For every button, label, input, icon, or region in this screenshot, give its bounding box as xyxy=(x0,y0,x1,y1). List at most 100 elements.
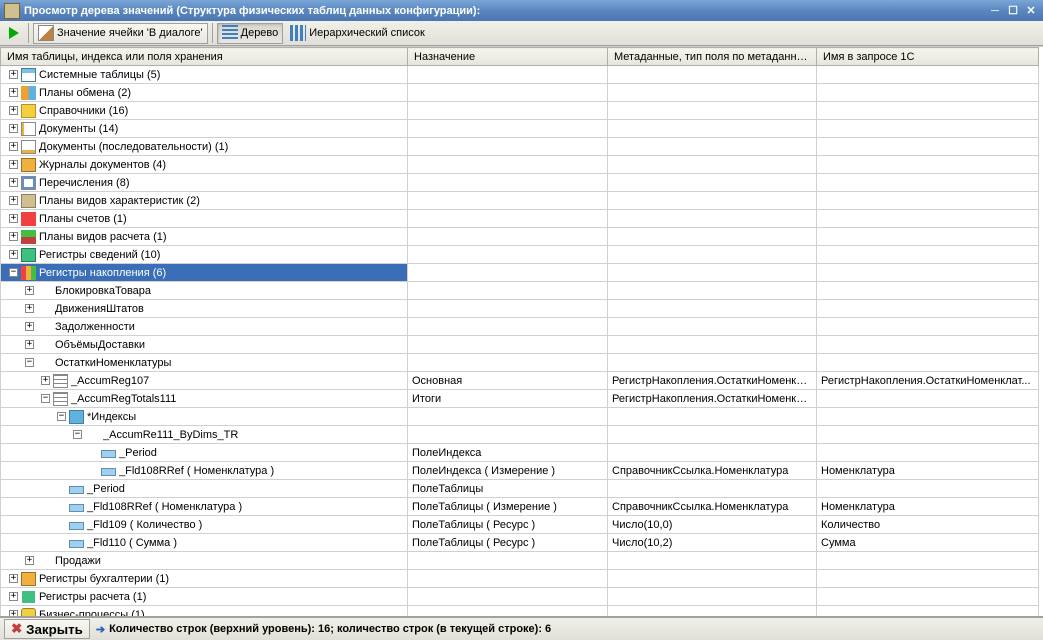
cell-c1 xyxy=(408,588,608,606)
table-row[interactable]: +_AccumReg107ОсновнаяРегистрНакопления.О… xyxy=(1,372,1039,390)
expand-icon[interactable]: + xyxy=(9,592,18,601)
expand-icon[interactable]: + xyxy=(9,124,18,133)
table-row[interactable]: + ОбъёмыДоставки xyxy=(1,336,1039,354)
table-row[interactable]: _Fld109 ( Количество )ПолеТаблицы ( Ресу… xyxy=(1,516,1039,534)
cell-c2 xyxy=(608,426,817,444)
node-label: Планы счетов (1) xyxy=(39,213,127,225)
cell-c3 xyxy=(817,120,1039,138)
table-row[interactable]: _Fld108RRef ( Номенклатура )ПолеТаблицы … xyxy=(1,498,1039,516)
exchange-icon xyxy=(21,86,36,100)
expand-icon[interactable]: + xyxy=(9,574,18,583)
table-row[interactable]: +Бизнес-процессы (1) xyxy=(1,606,1039,617)
table-row[interactable]: −_AccumRe111_ByDims_TR xyxy=(1,426,1039,444)
expand-icon[interactable]: + xyxy=(25,304,34,313)
expand-icon[interactable]: + xyxy=(9,160,18,169)
col-header-metadata[interactable]: Метаданные, тип поля по метаданным xyxy=(608,48,817,66)
tree-grid-container[interactable]: Имя таблицы, индекса или поля хранения Н… xyxy=(0,46,1043,616)
expand-icon[interactable]: + xyxy=(9,106,18,115)
cell-c2 xyxy=(608,300,817,318)
run-button[interactable] xyxy=(4,23,24,44)
expand-icon[interactable]: + xyxy=(25,286,34,295)
table-row[interactable]: _PeriodПолеИндекса xyxy=(1,444,1039,462)
table-row[interactable]: −ОстаткиНоменклатуры xyxy=(1,354,1039,372)
collapse-icon[interactable]: − xyxy=(25,358,34,367)
minimize-button[interactable]: ─ xyxy=(987,4,1003,18)
cell-c1 xyxy=(408,408,608,426)
hier-list-button[interactable]: Иерархический список xyxy=(285,23,430,44)
cell-c1 xyxy=(408,174,608,192)
table-row[interactable]: −_AccumRegTotals111ИтогиРегистрНакоплени… xyxy=(1,390,1039,408)
maximize-button[interactable]: ☐ xyxy=(1005,4,1021,18)
cell-c3 xyxy=(817,606,1039,617)
table-row[interactable]: + БлокировкаТовара xyxy=(1,282,1039,300)
expand-icon[interactable]: + xyxy=(9,142,18,151)
table-row[interactable]: +Документы (последовательности) (1) xyxy=(1,138,1039,156)
col-header-query[interactable]: Имя в запросе 1С xyxy=(817,48,1039,66)
expand-icon[interactable]: + xyxy=(9,610,18,616)
node-label: _Period xyxy=(119,447,157,459)
cell-value-button[interactable]: Значение ячейки 'В диалоге' xyxy=(33,23,208,44)
table-row[interactable]: +Справочники (16) xyxy=(1,102,1039,120)
expand-icon[interactable]: + xyxy=(9,250,18,259)
node-label: БлокировкаТовара xyxy=(55,285,151,297)
close-button[interactable]: ✕ xyxy=(1023,4,1039,18)
table-row[interactable]: +Журналы документов (4) xyxy=(1,156,1039,174)
cell-c3 xyxy=(817,210,1039,228)
cell-c1 xyxy=(408,264,608,282)
tree-button[interactable]: Дерево xyxy=(217,23,284,44)
table-row[interactable]: _Fld110 ( Сумма )ПолеТаблицы ( Ресурс )Ч… xyxy=(1,534,1039,552)
expand-icon[interactable]: + xyxy=(9,196,18,205)
expand-icon[interactable]: + xyxy=(25,322,34,331)
expand-icon[interactable]: + xyxy=(9,232,18,241)
table-row[interactable]: +Системные таблицы (5) xyxy=(1,66,1039,84)
collapse-icon[interactable]: − xyxy=(73,430,82,439)
table-row[interactable]: −*Индексы xyxy=(1,408,1039,426)
expand-icon[interactable]: + xyxy=(9,88,18,97)
node-label: ОбъёмыДоставки xyxy=(55,339,145,351)
table-row[interactable]: +Планы обмена (2) xyxy=(1,84,1039,102)
table-row[interactable]: +Перечисления (8) xyxy=(1,174,1039,192)
col-header-name[interactable]: Имя таблицы, индекса или поля хранения xyxy=(1,48,408,66)
table-row[interactable]: +Планы видов характеристик (2) xyxy=(1,192,1039,210)
cell-c1: ПолеТаблицы xyxy=(408,480,608,498)
col-header-purpose[interactable]: Назначение xyxy=(408,48,608,66)
expand-icon[interactable]: + xyxy=(9,214,18,223)
table-row[interactable]: _Fld108RRef ( Номенклатура )ПолеИндекса … xyxy=(1,462,1039,480)
table-row[interactable]: +Регистры бухгалтерии (1) xyxy=(1,570,1039,588)
cell-c1 xyxy=(408,138,608,156)
table-row[interactable]: +Продажи xyxy=(1,552,1039,570)
arrow-icon: ➔ xyxy=(96,623,105,636)
collapse-icon[interactable]: − xyxy=(41,394,50,403)
table-row[interactable]: +ДвиженияШтатов xyxy=(1,300,1039,318)
cell-c3 xyxy=(817,480,1039,498)
cell-c2 xyxy=(608,138,817,156)
table-row[interactable]: +Задолженности xyxy=(1,318,1039,336)
collapse-icon[interactable]: − xyxy=(57,412,66,421)
expand-icon[interactable]: + xyxy=(25,556,34,565)
table-row[interactable]: +Планы видов расчета (1) xyxy=(1,228,1039,246)
collapse-icon[interactable]: − xyxy=(9,268,18,277)
expand-icon[interactable]: + xyxy=(9,178,18,187)
expand-icon[interactable]: + xyxy=(9,70,18,79)
table-row[interactable]: +Документы (14) xyxy=(1,120,1039,138)
cell-c1 xyxy=(408,66,608,84)
cell-c3 xyxy=(817,444,1039,462)
table-row[interactable]: _PeriodПолеТаблицы xyxy=(1,480,1039,498)
window-title: Просмотр дерева значений (Структура физи… xyxy=(24,5,985,17)
table-row[interactable]: +Регистры сведений (10) xyxy=(1,246,1039,264)
cell-c3 xyxy=(817,300,1039,318)
close-label: Закрыть xyxy=(26,622,83,637)
inforeg-icon xyxy=(21,248,36,262)
table-row[interactable]: −Регистры накопления (6) xyxy=(1,264,1039,282)
field-icon xyxy=(101,450,116,458)
cell-c2: РегистрНакопления.ОстаткиНоменклат... xyxy=(608,390,817,408)
expand-icon[interactable]: + xyxy=(41,376,50,385)
expand-icon[interactable]: + xyxy=(25,340,34,349)
node-label: Регистры расчета (1) xyxy=(39,591,146,603)
cell-c1 xyxy=(408,210,608,228)
table-row[interactable]: + Регистры расчета (1) xyxy=(1,588,1039,606)
field-icon xyxy=(69,486,84,494)
table-row[interactable]: + Планы счетов (1) xyxy=(1,210,1039,228)
chartype-icon xyxy=(21,194,36,208)
close-panel-button[interactable]: ✖ Закрыть xyxy=(4,619,90,639)
